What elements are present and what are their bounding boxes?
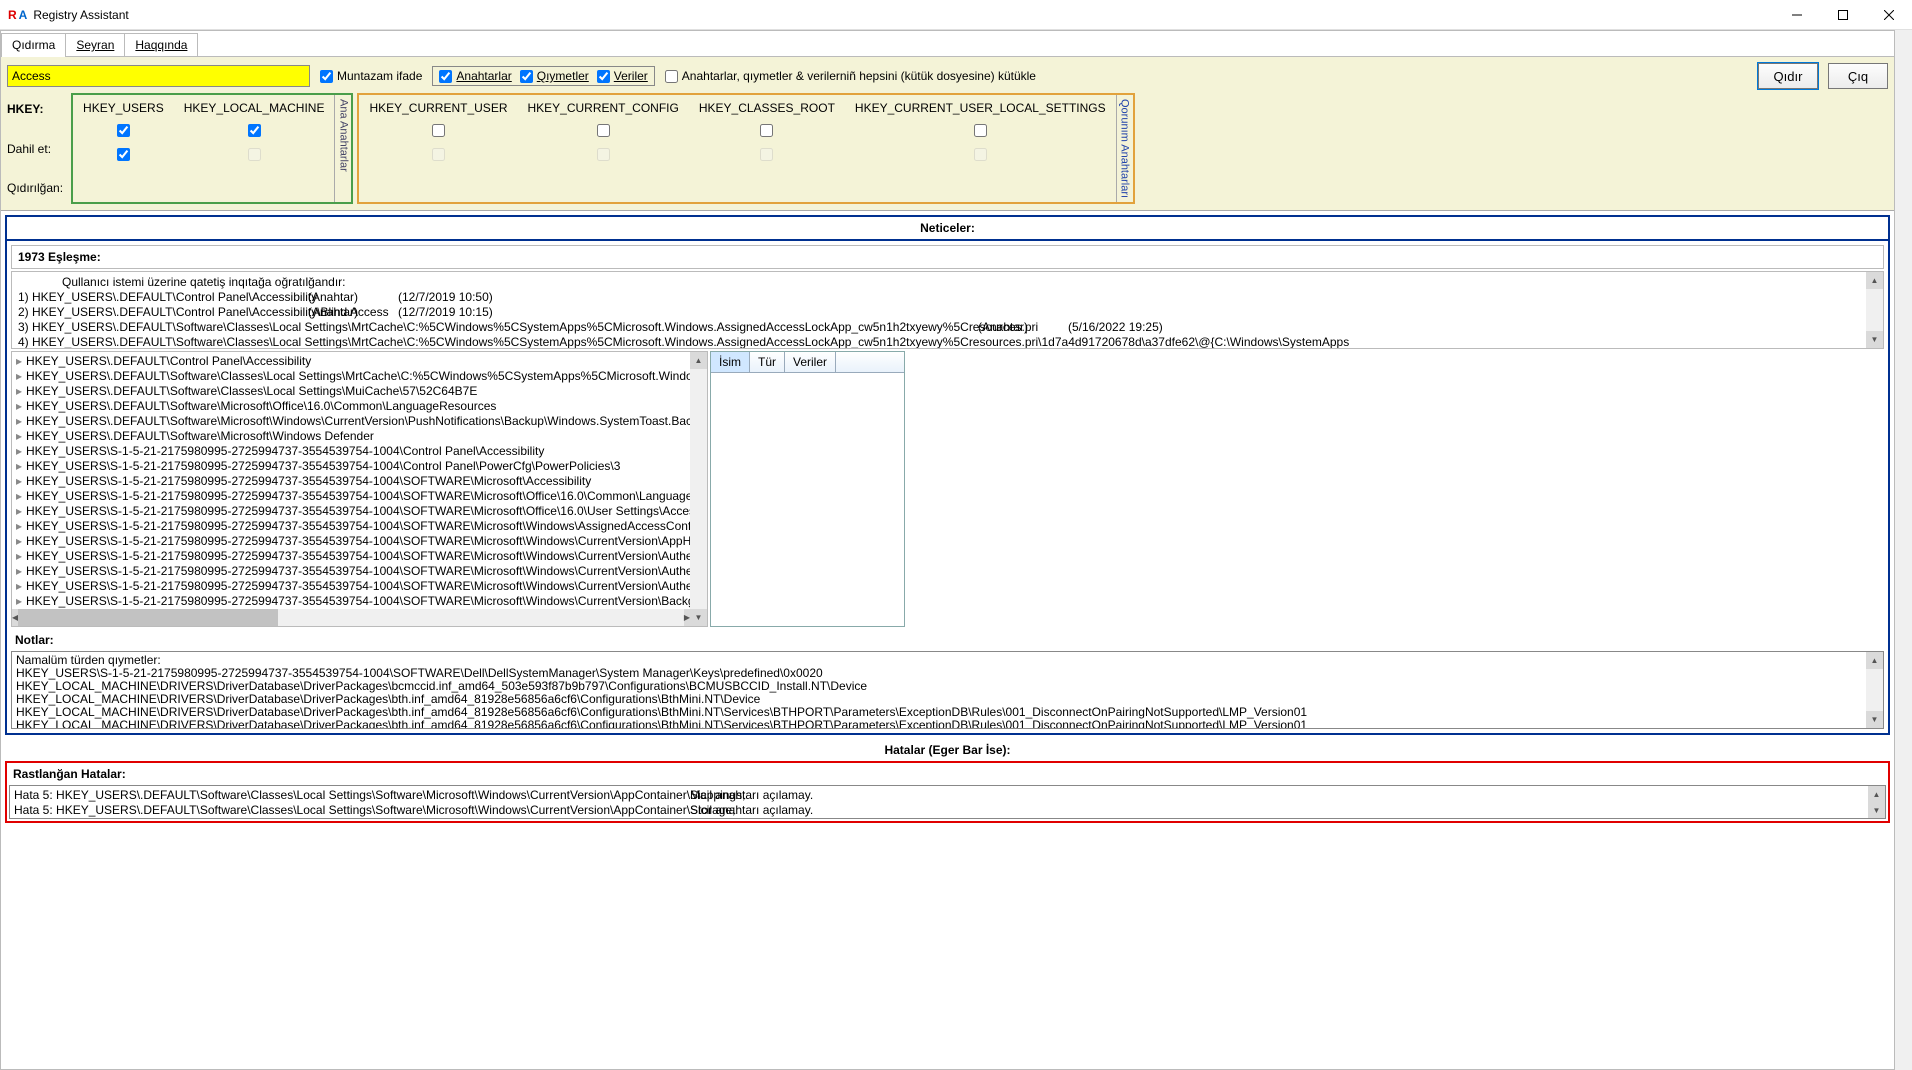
search-button[interactable]: Qıdır [1758, 63, 1818, 89]
match-row[interactable]: 4) HKEY_USERS\.DEFAULT\Software\Classes\… [18, 335, 1877, 349]
tree-item[interactable]: ▸HKEY_USERS\.DEFAULT\Software\Microsoft\… [16, 429, 703, 444]
hkey-col-hkey_classes_root: HKEY_CLASSES_ROOT [689, 95, 845, 202]
matches-list[interactable]: Qullanıcı istemi üzerine qatetiş inqıtağ… [11, 271, 1884, 349]
notes-scrollbar[interactable]: ▲▼ [1866, 652, 1883, 728]
tree-item[interactable]: ▸HKEY_USERS\S-1-5-21-2175980995-27259947… [16, 474, 703, 489]
tree-item[interactable]: ▸HKEY_USERS\S-1-5-21-2175980995-27259947… [16, 549, 703, 564]
hkey-prot-label: Qorunım Anahtarları [1116, 95, 1133, 202]
error-row: Hata 5: HKEY_USERS\.DEFAULT\Software\Cla… [14, 788, 1881, 803]
notes-body[interactable]: Namalüm türden qıymetler: HKEY_USERS\S-1… [11, 651, 1884, 729]
search-input[interactable] [7, 65, 310, 87]
maximize-button[interactable] [1820, 0, 1866, 30]
hkey-col-hkey_current_user_local_settings: HKEY_CURRENT_USER_LOCAL_SETTINGS [845, 95, 1116, 202]
searched-check[interactable] [248, 148, 261, 161]
hkey-main-box: HKEY_USERSHKEY_LOCAL_MACHINE Ana Anahtar… [71, 93, 353, 204]
matches-scrollbar[interactable]: ▲▼ [1866, 272, 1883, 348]
grid-col-type[interactable]: Tür [750, 352, 785, 372]
include-check[interactable] [248, 124, 261, 137]
search-scope-group: Anahtarlar Qıymetler Veriler [432, 66, 654, 86]
tree-item[interactable]: ▸HKEY_USERS\.DEFAULT\Software\Microsoft\… [16, 399, 703, 414]
tab-search[interactable]: Qıdırma [1, 33, 66, 56]
hkey-main-label: Ana Anahtarlar [334, 95, 351, 202]
errors-scrollbar[interactable]: ▲▼ [1868, 786, 1885, 818]
values-checkbox[interactable]: Qıymetler [520, 69, 589, 83]
errors-header: Rastlanğan Hatalar: [7, 763, 1888, 785]
window-title: Registry Assistant [33, 8, 128, 22]
hkey-row-labels: HKEY: Dahil et: Qıdırılğan: [7, 93, 71, 204]
match-row[interactable]: 2) HKEY_USERS\.DEFAULT\Control Panel\Acc… [18, 305, 1877, 320]
hkey-col-hkey_local_machine: HKEY_LOCAL_MACHINE [174, 95, 335, 202]
include-check[interactable] [117, 124, 130, 137]
tree-item[interactable]: ▸HKEY_USERS\S-1-5-21-2175980995-27259947… [16, 444, 703, 459]
tree-item[interactable]: ▸HKEY_USERS\S-1-5-21-2175980995-27259947… [16, 594, 703, 609]
keys-checkbox[interactable]: Anahtarlar [439, 69, 511, 83]
window-scrollbar[interactable] [1895, 30, 1912, 1070]
tree-item[interactable]: ▸HKEY_USERS\S-1-5-21-2175980995-27259947… [16, 459, 703, 474]
logall-checkbox[interactable]: Anahtarlar, qıymetler & verilerniñ hepsi… [665, 69, 1036, 83]
tree-item[interactable]: ▸HKEY_USERS\.DEFAULT\Software\Classes\Lo… [16, 369, 703, 384]
searched-check[interactable] [597, 148, 610, 161]
tree-v-scrollbar[interactable]: ▲▼ [690, 352, 707, 626]
close-button[interactable] [1866, 0, 1912, 30]
tree-h-scrollbar[interactable]: ◀▶ [12, 609, 690, 626]
results-body: 1973 Eşleşme: Qullanıcı istemi üzerine q… [5, 239, 1890, 735]
hkey-col-hkey_users: HKEY_USERS [73, 95, 174, 202]
hkey-prot-box: HKEY_CURRENT_USERHKEY_CURRENT_CONFIGHKEY… [357, 93, 1134, 204]
search-panel: Muntazam ifade Anahtarlar Qıymetler Veri… [1, 57, 1894, 211]
match-row[interactable]: 1) HKEY_USERS\.DEFAULT\Control Panel\Acc… [18, 290, 1877, 305]
app-logo-r: R [8, 8, 17, 22]
match-count: 1973 Eşleşme: [11, 245, 1884, 269]
tree-item[interactable]: ▸HKEY_USERS\S-1-5-21-2175980995-27259947… [16, 579, 703, 594]
app-logo-a: A [19, 8, 28, 22]
searched-check[interactable] [432, 148, 445, 161]
minimize-button[interactable] [1774, 0, 1820, 30]
values-grid[interactable]: İsim Tür Veriler [710, 351, 905, 627]
abort-line: Qullanıcı istemi üzerine qatetiş inqıtağ… [18, 275, 1877, 290]
error-row: Hata 5: HKEY_USERS\.DEFAULT\Software\Cla… [14, 803, 1881, 818]
notes-title: Notlar: [9, 629, 1886, 651]
tab-about[interactable]: Haqqında [124, 33, 198, 56]
tree-item[interactable]: ▸HKEY_USERS\.DEFAULT\Software\Classes\Lo… [16, 384, 703, 399]
results-title: Neticeler: [5, 215, 1890, 239]
errors-title: Hatalar (Eger Bar İse): [1, 739, 1894, 761]
titlebar: R A Registry Assistant [0, 0, 1912, 30]
exit-button[interactable]: Çıq [1828, 63, 1888, 89]
grid-col-name[interactable]: İsim [711, 352, 750, 372]
include-check[interactable] [432, 124, 445, 137]
tree-item[interactable]: ▸HKEY_USERS\S-1-5-21-2175980995-27259947… [16, 564, 703, 579]
tab-browse[interactable]: Seyran [65, 33, 125, 56]
searched-check[interactable] [974, 148, 987, 161]
include-check[interactable] [597, 124, 610, 137]
regex-checkbox[interactable]: Muntazam ifade [320, 69, 422, 83]
tree-item[interactable]: ▸HKEY_USERS\S-1-5-21-2175980995-27259947… [16, 489, 703, 504]
data-checkbox[interactable]: Veriler [597, 69, 648, 83]
errors-box: Rastlanğan Hatalar: Hata 5: HKEY_USERS\.… [5, 761, 1890, 823]
tree-item[interactable]: ▸HKEY_USERS\S-1-5-21-2175980995-27259947… [16, 519, 703, 534]
hkey-col-hkey_current_config: HKEY_CURRENT_CONFIG [517, 95, 688, 202]
main-tabs: Qıdırma Seyran Haqqında [1, 31, 1894, 57]
tree-item[interactable]: ▸HKEY_USERS\.DEFAULT\Control Panel\Acces… [16, 354, 703, 369]
include-check[interactable] [760, 124, 773, 137]
tree-item[interactable]: ▸HKEY_USERS\S-1-5-21-2175980995-27259947… [16, 534, 703, 549]
tree-panel[interactable]: ▸HKEY_USERS\.DEFAULT\Control Panel\Acces… [11, 351, 708, 627]
searched-check[interactable] [760, 148, 773, 161]
tree-item[interactable]: ▸HKEY_USERS\S-1-5-21-2175980995-27259947… [16, 504, 703, 519]
match-row[interactable]: 3) HKEY_USERS\.DEFAULT\Software\Classes\… [18, 320, 1877, 335]
tree-item[interactable]: ▸HKEY_USERS\.DEFAULT\Software\Microsoft\… [16, 414, 703, 429]
hkey-col-hkey_current_user: HKEY_CURRENT_USER [359, 95, 517, 202]
include-check[interactable] [974, 124, 987, 137]
errors-body[interactable]: Hata 5: HKEY_USERS\.DEFAULT\Software\Cla… [9, 785, 1886, 819]
grid-col-data[interactable]: Veriler [785, 352, 836, 372]
note-line: HKEY_LOCAL_MACHINE\DRIVERS\DriverDatabas… [16, 719, 1879, 729]
searched-check[interactable] [117, 148, 130, 161]
